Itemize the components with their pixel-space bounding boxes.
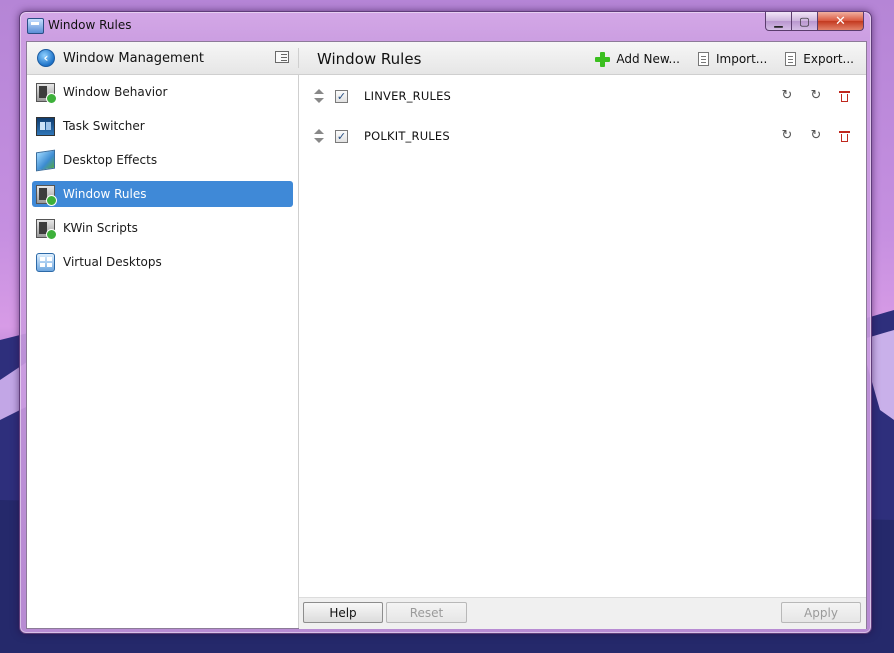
sidebar-item-label: KWin Scripts [63,221,138,235]
reset-button[interactable]: Reset [386,602,467,623]
refresh-icon[interactable]: ↻ [809,89,823,103]
list-item: ✓ POLKIT_RULES ↻ ↻ [299,117,866,155]
minimize-button[interactable]: ▁ [765,12,792,31]
header-bar: ‹ Window Management Window Rules Add New… [27,42,866,75]
export-label: Export... [803,52,854,66]
minimize-icon: ▁ [774,14,783,28]
maximize-button[interactable]: ▢ [792,12,818,31]
close-icon: ✕ [835,13,846,29]
import-button[interactable]: Import... [697,49,768,69]
export-button[interactable]: Export... [785,49,854,69]
refresh-icon[interactable]: ↻ [809,129,823,143]
sidebar-item-window-rules[interactable]: Window Rules [32,181,293,207]
maximize-icon: ▢ [799,14,810,28]
sidebar-item-desktop-effects[interactable]: Desktop Effects [32,147,293,173]
drag-handle-icon[interactable] [313,89,325,103]
delete-icon[interactable] [839,90,850,102]
desktop-effects-icon [36,149,55,171]
header-divider [298,48,299,68]
window-controls: ▁ ▢ ✕ [765,12,864,31]
kwin-scripts-icon [36,218,57,240]
list-item: ✓ LINVER_RULES ↻ ↻ [299,77,866,115]
sidebar-item-label: Virtual Desktops [63,255,162,269]
app-icon [27,18,44,34]
page-title: Window Rules [317,50,422,68]
window-rules-window: Window Rules ▁ ▢ ✕ ‹ Window Management W… [19,11,872,634]
rule-name: LINVER_RULES [364,89,452,103]
toolbar: Add New... Import... Export... [595,49,854,69]
import-document-icon [697,52,709,66]
add-icon [595,52,611,67]
back-button[interactable]: ‹ [37,49,55,67]
drag-handle-icon[interactable] [313,129,325,143]
rule-enabled-checkbox[interactable]: ✓ [335,129,348,143]
window-rules-icon [36,184,57,206]
rule-enabled-checkbox[interactable]: ✓ [335,89,348,103]
sidebar-item-virtual-desktops[interactable]: Virtual Desktops [32,249,293,275]
delete-icon[interactable] [839,130,850,142]
nav-title: Window Management [63,51,205,66]
title-bar[interactable]: Window Rules ▁ ▢ ✕ [20,12,871,40]
add-new-label: Add New... [616,52,680,66]
virtual-desktops-icon [36,252,55,272]
sidebar-item-label: Desktop Effects [63,153,158,167]
rule-name: POLKIT_RULES [364,129,450,143]
apply-button[interactable]: Apply [781,602,861,623]
sidebar-toggle-icon[interactable] [275,51,289,63]
sidebar-item-label: Task Switcher [63,119,145,133]
help-button[interactable]: Help [303,602,383,623]
window-behavior-icon [36,82,57,104]
window-title: Window Rules [48,18,132,32]
close-button[interactable]: ✕ [818,12,864,31]
sidebar-item-label: Window Rules [63,187,147,201]
sidebar-item-kwin-scripts[interactable]: KWin Scripts [32,215,293,241]
add-new-button[interactable]: Add New... [595,49,680,69]
export-document-icon [785,52,797,66]
sidebar-item-task-switcher[interactable]: Task Switcher [32,113,293,139]
reload-icon[interactable]: ↻ [780,89,794,103]
back-arrow-icon: ‹ [43,51,49,65]
sidebar-item-label: Window Behavior [63,85,168,99]
sidebar-item-window-behavior[interactable]: Window Behavior [32,79,293,105]
task-switcher-icon [36,116,55,136]
import-label: Import... [715,52,768,66]
reload-icon[interactable]: ↻ [780,129,794,143]
sidebar: Window Behavior Task Switcher Desktop Ef… [27,75,299,628]
button-bar: Help Reset Apply [299,597,866,629]
client-area: ‹ Window Management Window Rules Add New… [26,41,867,629]
